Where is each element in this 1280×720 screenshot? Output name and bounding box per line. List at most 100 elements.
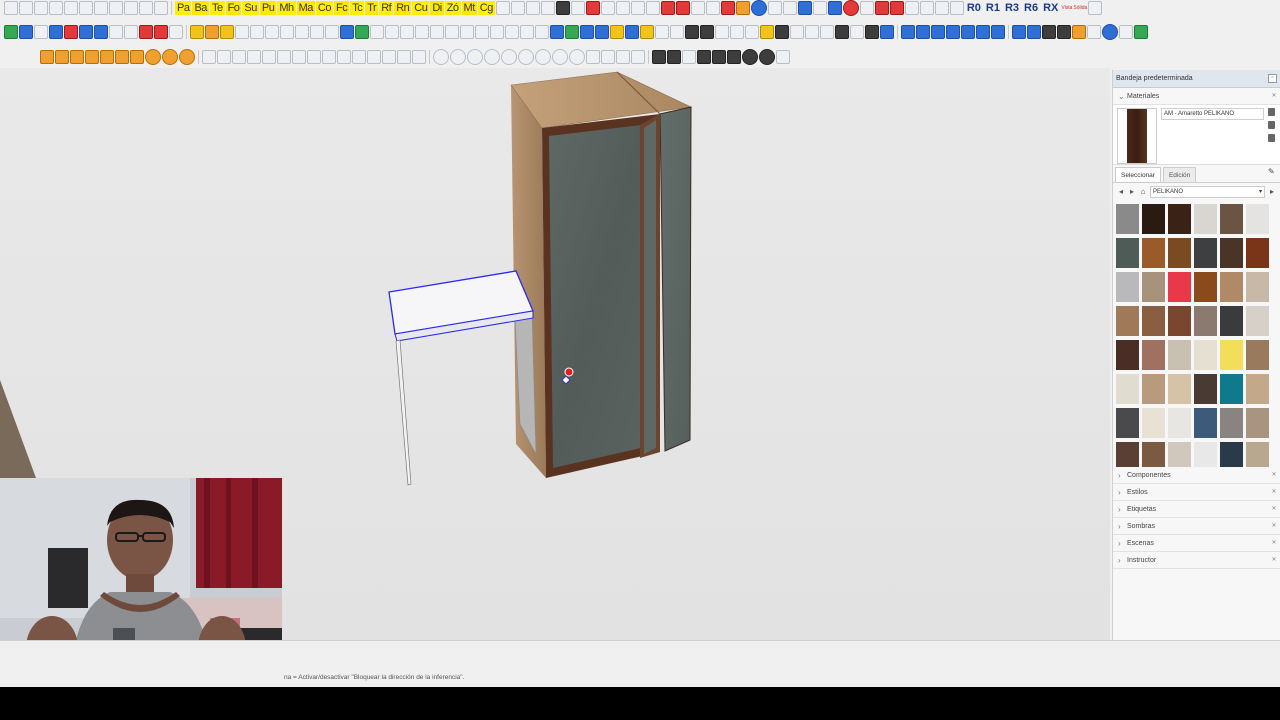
grid-3-icon[interactable] (292, 50, 306, 64)
rail-icon[interactable] (415, 25, 429, 39)
ruby-button-cu[interactable]: Cu (412, 1, 430, 15)
move-tool-icon[interactable] (94, 25, 108, 39)
rail-3-icon[interactable] (445, 25, 459, 39)
material-swatch[interactable] (1168, 238, 1191, 268)
scale-tool-icon[interactable] (109, 25, 123, 39)
library-select[interactable]: PELIKANO ▾ (1150, 185, 1265, 198)
back-arrow-icon[interactable]: ◂ (1117, 187, 1125, 197)
ellipse-icon[interactable] (179, 49, 195, 65)
yellow-tool-2-icon[interactable] (640, 25, 654, 39)
ruby-button-tr[interactable]: Tr (365, 1, 379, 15)
layout-7-icon[interactable] (991, 25, 1005, 39)
help-icon[interactable] (1088, 1, 1103, 15)
offset-tool-icon[interactable] (169, 25, 183, 39)
material-swatch[interactable] (1168, 272, 1191, 302)
layout-3-icon[interactable] (931, 25, 945, 39)
screen-icon[interactable] (797, 1, 812, 15)
globe-icon[interactable] (1102, 24, 1118, 40)
red-block-icon[interactable] (585, 1, 600, 15)
rail-2-icon[interactable] (430, 25, 444, 39)
material-swatch[interactable] (1246, 374, 1269, 404)
layout-6-icon[interactable] (976, 25, 990, 39)
material-swatch[interactable] (1220, 340, 1243, 370)
material-swatch[interactable] (1168, 306, 1191, 336)
frame-3-icon[interactable] (904, 1, 919, 15)
layout-1-icon[interactable] (901, 25, 915, 39)
position-camera-icon[interactable] (586, 50, 600, 64)
material-swatch[interactable] (1194, 374, 1217, 404)
material-swatch[interactable] (1168, 408, 1191, 438)
star-icon[interactable] (850, 25, 864, 39)
rotation-r3-button[interactable]: R3 (1003, 1, 1021, 15)
tray-section-componentes[interactable]: › Componentes ✕ (1113, 467, 1280, 484)
hinge-2-icon[interactable] (385, 25, 399, 39)
close-icon[interactable]: ✕ (1270, 471, 1278, 479)
box-icon[interactable] (1072, 25, 1086, 39)
table-6-icon[interactable] (412, 50, 426, 64)
details-arrow-icon[interactable]: ▸ (1268, 187, 1276, 197)
close-icon[interactable]: ✕ (1270, 505, 1278, 513)
frame-2-icon[interactable] (889, 1, 904, 15)
rotation-r0-button[interactable]: R0 (965, 1, 983, 15)
material-swatch[interactable] (1116, 238, 1139, 268)
ruby-button-mh[interactable]: Mh (277, 1, 296, 15)
tape-tool-icon[interactable] (49, 25, 63, 39)
ruby-button-pu[interactable]: Pu (259, 1, 277, 15)
pencil-icon[interactable] (600, 1, 615, 15)
handle-icon[interactable] (490, 25, 504, 39)
material-swatch[interactable] (1246, 204, 1269, 234)
chevron-icon[interactable] (115, 50, 129, 64)
blue-circle-icon[interactable] (750, 0, 767, 16)
ruby-button-zo[interactable]: Zó (444, 1, 461, 15)
view-label[interactable]: Vista (1061, 5, 1072, 11)
section-fill-icon[interactable] (631, 50, 645, 64)
material-swatch[interactable] (1246, 306, 1269, 336)
material-name-field[interactable]: AM - Amaretto PELIKANO (1161, 108, 1264, 120)
section-cut-icon[interactable] (616, 50, 630, 64)
close-icon[interactable]: ✕ (1270, 556, 1278, 564)
arrows-tool-icon[interactable] (64, 25, 78, 39)
frame-4-icon[interactable] (919, 1, 934, 15)
material-swatch[interactable] (1194, 306, 1217, 336)
box-yellow-2-icon[interactable] (220, 25, 234, 39)
green-cube-icon[interactable] (1134, 25, 1148, 39)
material-swatch[interactable] (1220, 238, 1243, 268)
document-icon[interactable] (570, 1, 585, 15)
blue-tool-3-icon[interactable] (625, 25, 639, 39)
print-icon[interactable] (139, 1, 153, 15)
umbrella-icon[interactable] (202, 50, 216, 64)
copy-icon[interactable] (64, 1, 78, 15)
select-tool-icon[interactable] (4, 25, 18, 39)
material-swatch[interactable] (1168, 204, 1191, 234)
ruby-button-fc[interactable]: Fc (333, 1, 350, 15)
material-swatch[interactable] (1116, 272, 1139, 302)
layout-4-icon[interactable] (946, 25, 960, 39)
saw-icon[interactable] (715, 25, 729, 39)
material-swatch[interactable] (1142, 340, 1165, 370)
look-around-icon[interactable] (552, 49, 568, 65)
tool-t-icon[interactable] (742, 49, 758, 65)
material-swatch[interactable] (1220, 374, 1243, 404)
tag-icon[interactable] (767, 1, 782, 15)
doc-icon[interactable] (1087, 25, 1101, 39)
material-swatch[interactable] (1116, 374, 1139, 404)
blue-panel-icon[interactable] (550, 25, 564, 39)
pencil-2-icon[interactable] (337, 50, 351, 64)
tool-w-icon[interactable] (697, 50, 711, 64)
text-tool-icon[interactable] (495, 1, 510, 15)
edge-icon[interactable] (355, 25, 369, 39)
measure-icon[interactable] (730, 25, 744, 39)
export-icon[interactable] (540, 1, 555, 15)
panel-2-icon[interactable] (295, 25, 309, 39)
box-orange-icon[interactable] (205, 25, 219, 39)
material-swatch[interactable] (1194, 408, 1217, 438)
eraser-tool-icon[interactable] (34, 25, 48, 39)
dimension-icon[interactable] (510, 1, 525, 15)
close-icon[interactable]: ✕ (1270, 92, 1278, 100)
material-swatch[interactable] (1220, 306, 1243, 336)
push-tool-icon[interactable] (79, 25, 93, 39)
material-swatch[interactable] (1220, 272, 1243, 302)
ruby-button-te[interactable]: Te (209, 1, 225, 15)
walk-icon[interactable] (569, 49, 585, 65)
create-material-icon[interactable] (1268, 121, 1275, 129)
